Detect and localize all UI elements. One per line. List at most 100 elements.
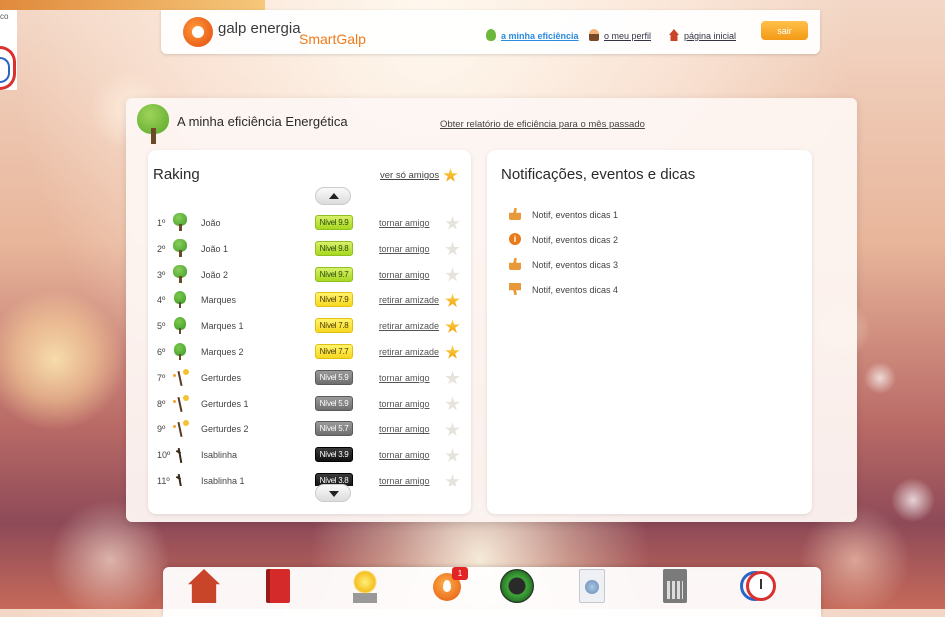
star-icon[interactable] (445, 345, 460, 359)
star-icon[interactable] (445, 370, 460, 385)
star-icon[interactable] (445, 267, 460, 282)
star-icon[interactable] (445, 293, 460, 308)
thumbs-up-icon (509, 208, 521, 220)
dock-home[interactable] (175, 569, 235, 609)
rank-position: 6º (157, 347, 166, 357)
notification-text: Notif, eventos dicas 2 (532, 235, 619, 245)
level-badge: Nível 7.7 (315, 344, 353, 359)
friend-action-link[interactable]: tornar amigo (379, 399, 430, 409)
friend-action-link[interactable]: tornar amigo (379, 244, 430, 254)
star-icon[interactable] (445, 396, 460, 411)
user-name: Marques 1 (201, 321, 244, 332)
friend-action-link[interactable]: retirar amizade (379, 295, 439, 305)
dock-book[interactable] (248, 569, 308, 609)
friend-action-link[interactable]: retirar amizade (379, 321, 439, 331)
rank-position: 9º (157, 424, 166, 435)
washing-machine-icon (579, 569, 605, 603)
dock-flame[interactable]: 1 (418, 567, 478, 609)
ranking-row: 11º Isablinha 1 Nível 3.8 tornar amigo (148, 469, 471, 486)
rank-position: 1º (157, 218, 166, 228)
dock-calculator[interactable] (645, 569, 705, 609)
tree-icon (486, 29, 496, 41)
house-icon (188, 569, 220, 603)
sprout-avatar-icon (172, 419, 189, 438)
user-name: João 1 (201, 243, 229, 254)
star-icon[interactable] (445, 474, 460, 486)
sprout-avatar-icon (172, 368, 189, 386)
friend-action-link[interactable]: retirar amizade (379, 347, 439, 357)
dock-stopwatch[interactable] (728, 569, 788, 609)
thumbs-down-icon (509, 283, 521, 295)
level-badge: Nível 5.9 (315, 395, 353, 411)
notification-text: Notif, eventos dicas 3 (532, 260, 619, 270)
star-icon[interactable] (445, 448, 460, 462)
ranking-row: 3º João 2 Nível 9.7 tornar amigo (148, 263, 471, 289)
home-icon (669, 29, 679, 41)
star-icon[interactable] (445, 241, 460, 256)
user-name: Gerturdes 2 (201, 424, 249, 435)
level-badge: Nível 3.9 (315, 447, 353, 463)
friend-action-link[interactable]: tornar amigo (379, 476, 430, 486)
ranking-row: 9º Gerturdes 2 Nível 5.7 tornar amigo (148, 417, 471, 443)
brand-name: galp energia (218, 20, 301, 37)
rank-position: 10º (157, 450, 171, 461)
background-photo-strip (0, 0, 265, 10)
medium-tree-avatar-icon (172, 290, 188, 309)
user-name: Marques (201, 295, 237, 306)
ranking-row: 7º Gerturdes Nível 5.9 tornar amigo (148, 366, 471, 392)
ranking-row: 8º Gerturdes 1 Nível 5.9 tornar amigo (148, 392, 471, 418)
ranking-card: Raking ver só amigos 1º João Nível 9.9 torn… (148, 150, 471, 514)
nav-o-meu-perfil[interactable]: o meu perfil (604, 31, 651, 41)
ranking-row: 5º Marques 1 Nível 7.8 retirar amizade (148, 314, 471, 340)
user-name: Gerturdes 1 (201, 398, 249, 409)
level-badge: Nível 9.8 (315, 240, 353, 256)
scroll-up-button[interactable] (315, 187, 351, 205)
nav-a-minha-eficiencia[interactable]: a minha eficiência (501, 31, 579, 41)
friend-action-link[interactable]: tornar amigo (379, 450, 430, 460)
dock-gauge[interactable] (488, 569, 548, 609)
star-icon[interactable] (443, 168, 458, 182)
notification-text: Notif, eventos dicas 1 (532, 210, 619, 220)
thumbs-up-icon (509, 258, 521, 270)
level-badge: Nível 9.7 (315, 266, 353, 282)
friends-only-link[interactable]: ver só amigos (380, 170, 439, 181)
galp-logo-icon (183, 17, 213, 47)
dock-lightbulb[interactable] (335, 569, 395, 609)
friend-action-link[interactable]: tornar amigo (379, 373, 430, 383)
lightbulb-icon (353, 569, 377, 603)
friend-action-link[interactable]: tornar amigo (379, 270, 430, 280)
user-name: Isablinha 1 (201, 476, 245, 486)
twig-avatar-icon (172, 471, 188, 486)
dock-washer[interactable] (562, 569, 622, 609)
book-icon (266, 569, 290, 603)
level-badge: Nível 9.9 (315, 215, 353, 230)
big-tree-avatar-icon (172, 238, 188, 257)
notifications-title: Notificações, eventos e dicas (501, 166, 696, 183)
ranking-row: 1º João Nível 9.9 tornar amigo (148, 211, 471, 237)
brand-product: SmartGalp (299, 31, 366, 47)
ranking-row: 6º Marques 2 Nível 7.7 retirar amizade (148, 340, 471, 366)
background-window-fragment: co (0, 10, 17, 90)
stopwatch-icon (740, 569, 776, 603)
star-icon[interactable] (445, 422, 460, 437)
ranking-row: 10º Isablinha Nível 3.9 tornar amigo (148, 443, 471, 469)
notification-badge: 1 (452, 567, 468, 580)
report-link[interactable]: Obter relatório de eficiência para o mês… (440, 119, 645, 130)
star-icon[interactable] (445, 319, 460, 333)
friend-action-link[interactable]: tornar amigo (379, 424, 430, 434)
exit-button[interactable]: sair (761, 21, 808, 40)
big-tree-avatar-icon (172, 213, 188, 231)
notification-text: Notif, eventos dicas 4 (532, 285, 619, 295)
level-badge: Nível 7.8 (315, 318, 353, 334)
nav-pagina-inicial[interactable]: página inicial (684, 31, 736, 41)
level-badge: Nível 5.7 (315, 421, 353, 437)
person-icon (589, 29, 599, 41)
ranking-title: Raking (153, 166, 200, 183)
medium-tree-avatar-icon (172, 316, 188, 335)
user-name: Isablinha (201, 450, 238, 461)
scroll-down-button[interactable] (315, 484, 351, 502)
star-icon[interactable] (445, 216, 460, 230)
friend-action-link[interactable]: tornar amigo (379, 218, 430, 228)
rank-position: 8º (157, 398, 166, 409)
twig-avatar-icon (172, 445, 188, 464)
